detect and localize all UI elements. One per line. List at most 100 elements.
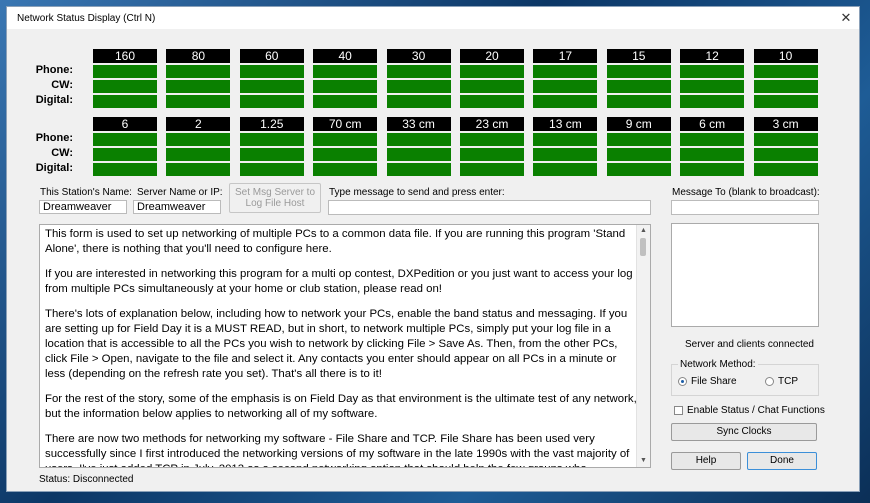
band-status-phone xyxy=(606,131,671,146)
band-status-digital xyxy=(93,93,157,108)
scroll-down-icon[interactable]: ▼ xyxy=(637,455,650,467)
info-paragraph: This form is used to set up networking o… xyxy=(45,228,626,255)
band-status-digital xyxy=(313,93,378,108)
done-button[interactable]: Done xyxy=(747,452,817,470)
message-input[interactable] xyxy=(328,200,651,215)
band-label: 9 cm xyxy=(606,117,671,131)
band-status-digital xyxy=(93,161,157,176)
band-status-digital xyxy=(753,93,818,108)
band-status-phone xyxy=(386,131,451,146)
band-status-phone xyxy=(386,63,451,78)
band-status-digital xyxy=(313,161,378,176)
band-status-cw xyxy=(93,146,157,161)
band-status-cw xyxy=(680,146,745,161)
band-status-cw xyxy=(313,78,378,93)
radio-file-share[interactable] xyxy=(678,377,687,386)
band-column: 30 xyxy=(386,49,451,108)
set-msg-server-button[interactable]: Set Msg Server to Log File Host xyxy=(229,183,321,213)
band-status-digital xyxy=(606,161,671,176)
band-label: 70 cm xyxy=(313,117,378,131)
band-status-cw xyxy=(533,146,598,161)
band-status-digital xyxy=(533,161,598,176)
band-status-phone xyxy=(533,63,598,78)
info-text-area[interactable]: This form is used to set up networking o… xyxy=(39,224,651,468)
radio-tcp[interactable] xyxy=(765,377,774,386)
info-text-content: This form is used to set up networking o… xyxy=(45,227,637,467)
band-status-digital xyxy=(386,161,451,176)
message-to-input[interactable] xyxy=(671,200,819,215)
message-label: Type message to send and press enter: xyxy=(329,187,505,198)
radio-tcp-label[interactable]: TCP xyxy=(778,376,798,387)
band-status-phone xyxy=(680,131,745,146)
band-label: 1.25 xyxy=(239,117,304,131)
server-status-text: Server and clients connected xyxy=(685,339,814,350)
band-label: 12 xyxy=(680,49,745,63)
band-status-phone xyxy=(680,63,745,78)
band-label: 40 xyxy=(313,49,378,63)
band-status-digital xyxy=(753,161,818,176)
station-name-field[interactable]: Dreamweaver xyxy=(39,200,127,214)
enable-status-checkbox[interactable] xyxy=(674,406,683,415)
band-status-cw xyxy=(533,78,598,93)
band-column: 33 cm xyxy=(386,117,451,176)
row-label-digital: Digital: xyxy=(35,162,73,174)
band-label: 17 xyxy=(533,49,598,63)
band-label: 10 xyxy=(753,49,818,63)
band-label: 23 cm xyxy=(460,117,524,131)
close-icon[interactable]: ✕ xyxy=(839,11,853,25)
band-column: 10 xyxy=(753,49,818,108)
enable-status-label[interactable]: Enable Status / Chat Functions xyxy=(687,405,825,416)
band-column: 20 xyxy=(460,49,524,108)
help-button[interactable]: Help xyxy=(671,452,741,470)
band-status-cw xyxy=(93,78,157,93)
band-column: 1.25 xyxy=(239,117,304,176)
info-paragraph: There are now two methods for networking… xyxy=(45,433,630,467)
row-label-cw: CW: xyxy=(51,147,73,159)
server-field[interactable]: Dreamweaver xyxy=(133,200,221,214)
band-label: 3 cm xyxy=(753,117,818,131)
band-column: 40 xyxy=(313,49,378,108)
scroll-thumb[interactable] xyxy=(640,238,646,256)
status-bar: Status: Disconnected xyxy=(39,474,134,485)
band-status-digital xyxy=(460,161,524,176)
band-status-digital xyxy=(166,161,231,176)
band-status-cw xyxy=(460,78,524,93)
window-title: Network Status Display (Ctrl N) xyxy=(17,13,156,24)
band-status-digital xyxy=(533,93,598,108)
band-label: 6 xyxy=(93,117,157,131)
band-status-cw xyxy=(386,78,451,93)
messages-list[interactable] xyxy=(671,223,819,327)
band-column: 6 cm xyxy=(680,117,745,176)
band-status-cw xyxy=(313,146,378,161)
radio-file-share-label[interactable]: File Share xyxy=(691,376,737,387)
sync-clocks-button[interactable]: Sync Clocks xyxy=(671,423,817,441)
band-column: 80 xyxy=(166,49,231,108)
network-status-window: Network Status Display (Ctrl N) ✕ Phone:… xyxy=(6,6,860,492)
band-status-phone xyxy=(239,131,304,146)
band-status-phone xyxy=(753,63,818,78)
row-label-cw: CW: xyxy=(51,79,73,91)
band-status-cw xyxy=(753,78,818,93)
band-column: 70 cm xyxy=(313,117,378,176)
scroll-up-icon[interactable]: ▲ xyxy=(637,225,650,237)
band-status-digital xyxy=(166,93,231,108)
band-status-digital xyxy=(239,93,304,108)
band-column: 13 cm xyxy=(533,117,598,176)
band-column: 2 xyxy=(166,117,231,176)
band-status-digital xyxy=(239,161,304,176)
band-column: 3 cm xyxy=(753,117,818,176)
network-method-label: Network Method: xyxy=(678,359,758,370)
band-status-cw xyxy=(166,78,231,93)
band-status-phone xyxy=(313,131,378,146)
info-paragraph: If you are interested in networking this… xyxy=(45,268,633,295)
row-label-phone: Phone: xyxy=(35,64,73,76)
band-label: 13 cm xyxy=(533,117,598,131)
message-to-label: Message To (blank to broadcast): xyxy=(672,187,820,198)
band-status-digital xyxy=(680,93,745,108)
vertical-scrollbar[interactable]: ▲ ▼ xyxy=(636,225,650,467)
band-status-phone xyxy=(753,131,818,146)
band-label: 60 xyxy=(239,49,304,63)
band-status-cw xyxy=(680,78,745,93)
band-status-phone xyxy=(239,63,304,78)
band-status-digital xyxy=(680,161,745,176)
